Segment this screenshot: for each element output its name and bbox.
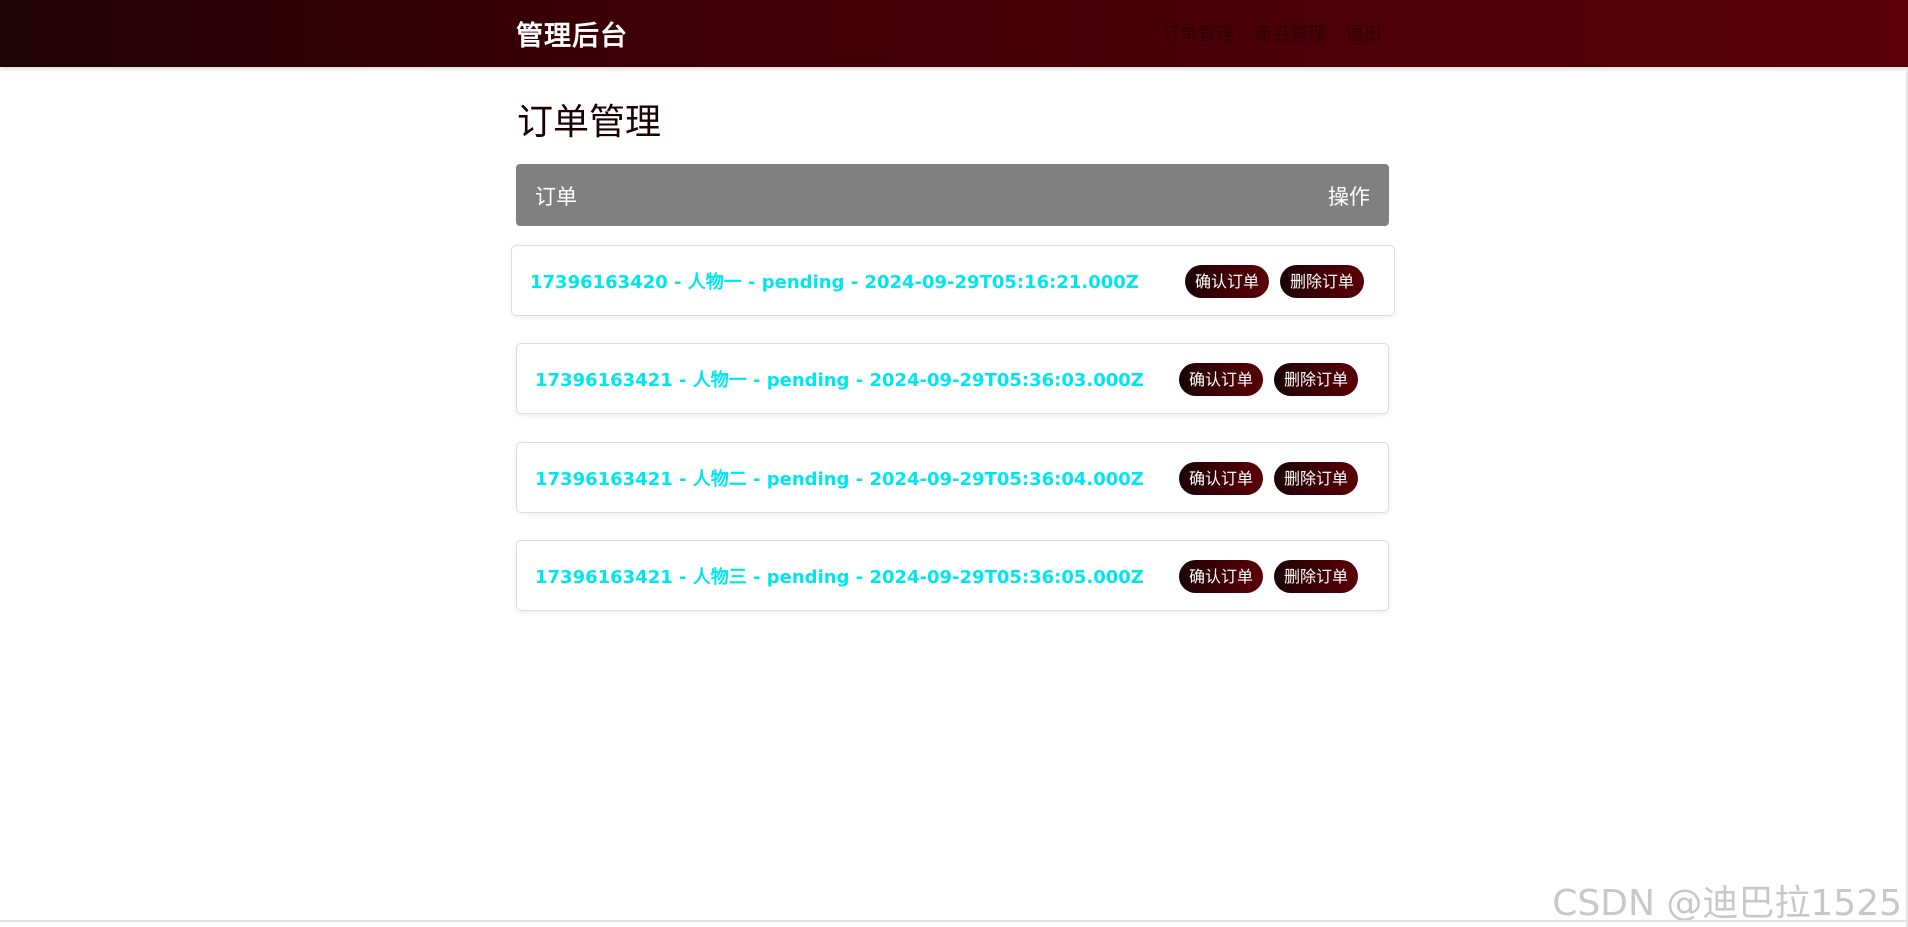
column-header-order: 订单 [535, 185, 577, 209]
confirm-order-button[interactable]: 确认订单 [1184, 265, 1269, 298]
order-row: 17396163420 - 人物一 - pending - 2024-09-29… [511, 245, 1395, 316]
order-actions: 确认订单 删除订单 [1178, 560, 1358, 593]
nav-logout[interactable]: 退出 [1346, 20, 1382, 46]
page: 管理后台 订单管理 商品管理 退出 订单管理 订单 操作 17396163420… [0, 0, 1908, 927]
confirm-order-button[interactable]: 确认订单 [1178, 462, 1263, 495]
page-title: 订单管理 [517, 102, 662, 143]
delete-order-button[interactable]: 删除订单 [1273, 462, 1358, 495]
column-header-action: 操作 [1328, 185, 1370, 209]
nav-order-management[interactable]: 订单管理 [1162, 20, 1234, 46]
confirm-order-button[interactable]: 确认订单 [1178, 363, 1263, 396]
order-row: 17396163421 - 人物二 - pending - 2024-09-29… [516, 442, 1389, 513]
order-info: 17396163421 - 人物三 - pending - 2024-09-29… [535, 567, 1144, 588]
nav-product-management[interactable]: 商品管理 [1254, 20, 1326, 46]
delete-order-button[interactable]: 删除订单 [1279, 265, 1364, 298]
delete-order-button[interactable]: 删除订单 [1273, 560, 1358, 593]
table-header: 订单 操作 [516, 164, 1389, 226]
top-nav: 订单管理 商品管理 退出 [1162, 20, 1382, 46]
order-actions: 确认订单 删除订单 [1178, 363, 1358, 396]
order-actions: 确认订单 删除订单 [1178, 462, 1358, 495]
order-info: 17396163420 - 人物一 - pending - 2024-09-29… [530, 272, 1139, 293]
order-info: 17396163421 - 人物一 - pending - 2024-09-29… [535, 370, 1144, 391]
order-actions: 确认订单 删除订单 [1184, 265, 1364, 298]
watermark: CSDN @迪巴拉1525 [1552, 883, 1902, 924]
window-edge-bottom [0, 920, 1908, 922]
delete-order-button[interactable]: 删除订单 [1273, 363, 1358, 396]
order-row: 17396163421 - 人物一 - pending - 2024-09-29… [516, 343, 1389, 414]
brand-title: 管理后台 [516, 21, 628, 52]
top-navbar: 管理后台 订单管理 商品管理 退出 [0, 0, 1908, 67]
confirm-order-button[interactable]: 确认订单 [1178, 560, 1263, 593]
order-row: 17396163421 - 人物三 - pending - 2024-09-29… [516, 540, 1389, 611]
order-info: 17396163421 - 人物二 - pending - 2024-09-29… [535, 469, 1144, 490]
